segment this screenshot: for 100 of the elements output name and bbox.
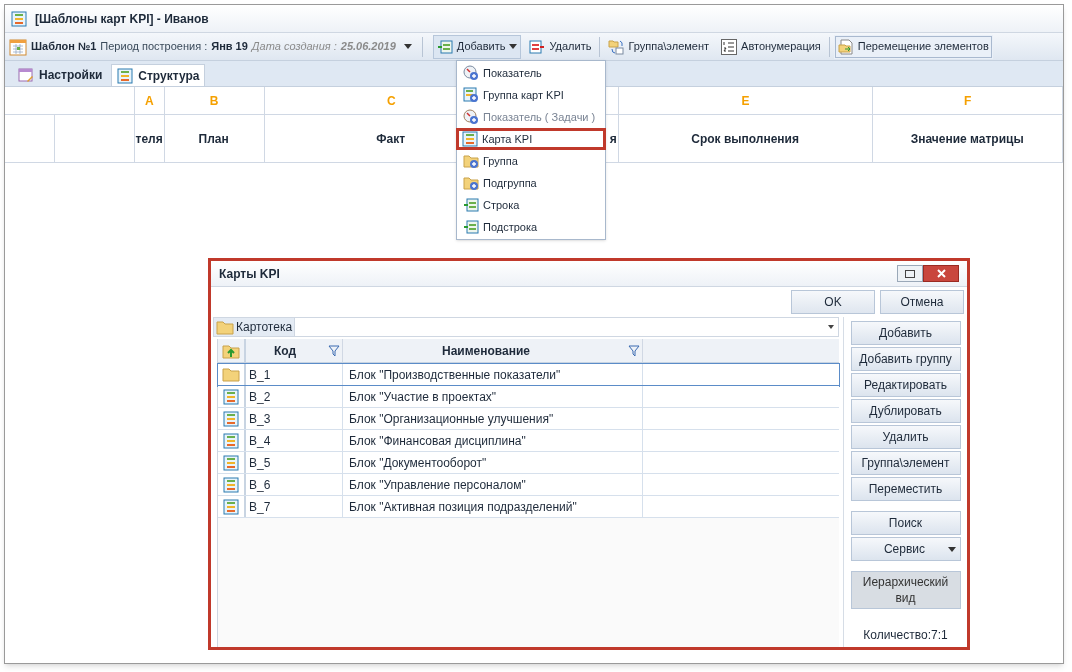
tab[interactable]: Структура bbox=[111, 64, 206, 86]
kpi-card-icon bbox=[223, 410, 239, 427]
code-cell: B_5 bbox=[246, 452, 343, 473]
folder-plus-icon bbox=[463, 175, 479, 191]
list-row[interactable]: B_4 Блок "Финансовая дисциплина" bbox=[218, 430, 839, 452]
column-letter: B bbox=[209, 92, 219, 110]
folder-swap-icon bbox=[608, 38, 625, 55]
side-button[interactable]: Поиск bbox=[850, 511, 961, 535]
column-header: Значение матрицы bbox=[910, 130, 1024, 148]
close-button[interactable] bbox=[923, 265, 959, 282]
row-icon bbox=[463, 219, 479, 235]
name-cell: Блок "Производственные показатели" bbox=[343, 364, 643, 385]
folder-up-icon[interactable] bbox=[222, 342, 240, 359]
tab[interactable]: Настройки bbox=[13, 64, 108, 86]
side-button[interactable]: Редактировать bbox=[850, 373, 961, 397]
row-add-icon bbox=[436, 38, 453, 55]
list-row[interactable]: B_6 Блок "Управление персоналом" bbox=[218, 474, 839, 496]
app-icon bbox=[11, 10, 27, 27]
toolbar-button[interactable]: Удалить bbox=[525, 34, 596, 59]
folder-combo[interactable]: Картотека bbox=[213, 317, 839, 337]
menu-item[interactable]: Группа bbox=[457, 150, 605, 172]
name-cell: Блок "Организационные улучшения" bbox=[343, 408, 643, 429]
clipboard-gauge-icon bbox=[463, 109, 479, 125]
name-cell: Блок "Финансовая дисциплина" bbox=[343, 430, 643, 451]
created-label: Дата создания : bbox=[251, 39, 337, 55]
form-pencil-icon bbox=[18, 67, 34, 83]
dropdown-caret-icon[interactable] bbox=[828, 325, 834, 329]
menu-item[interactable]: Группа карт KPI bbox=[457, 84, 605, 106]
name-cell: Блок "Управление персоналом" bbox=[343, 474, 643, 495]
folder-icon bbox=[222, 367, 240, 382]
folder-tab[interactable]: Картотека bbox=[214, 318, 296, 336]
name-cell: Блок "Активная позиция подразделений" bbox=[343, 496, 643, 517]
menu-item[interactable]: Карта KPI bbox=[456, 128, 606, 150]
period-label: Период построения : bbox=[100, 39, 208, 55]
toolbar-button[interactable]: Перемещение элементов bbox=[833, 34, 993, 59]
period-value: Янв 19 bbox=[211, 39, 248, 55]
code-cell: B_4 bbox=[246, 430, 343, 451]
list-row[interactable]: B_7 Блок "Активная позиция подразделений" bbox=[218, 496, 839, 518]
row-delete-icon bbox=[529, 38, 546, 55]
row-icon bbox=[463, 197, 479, 213]
dialog-button[interactable]: OK bbox=[791, 290, 875, 314]
dialog-title: Карты KPI bbox=[219, 265, 280, 283]
filter-icon[interactable] bbox=[628, 344, 640, 357]
kpi-card-icon bbox=[223, 476, 239, 493]
list-row[interactable]: B_5 Блок "Документооборот" bbox=[218, 452, 839, 474]
side-button[interactable]: Переместить bbox=[850, 477, 961, 501]
count-label: Количество:7:1 bbox=[863, 627, 948, 644]
document-move-icon bbox=[837, 38, 854, 55]
side-button[interactable]: Иерархический вид bbox=[850, 571, 961, 609]
kpi-card-icon bbox=[223, 454, 239, 471]
menu-item[interactable]: Строка bbox=[457, 194, 605, 216]
numbered-list-icon bbox=[721, 38, 738, 55]
restore-icon bbox=[905, 269, 915, 278]
dropdown-caret-icon bbox=[947, 546, 956, 552]
restore-button[interactable] bbox=[897, 265, 923, 282]
period-dropdown-caret-icon[interactable] bbox=[403, 44, 412, 49]
toolbar-button[interactable]: Автонумерация bbox=[717, 34, 825, 59]
code-cell: B_1 bbox=[246, 364, 343, 385]
menu-item[interactable]: Подстрока bbox=[457, 216, 605, 238]
menu-item[interactable]: Показатель bbox=[457, 62, 605, 84]
column-letter: A bbox=[144, 92, 154, 110]
name-cell: Блок "Документооборот" bbox=[343, 452, 643, 473]
column-letter: E bbox=[741, 92, 750, 110]
toolbar-button[interactable]: Добавить bbox=[432, 34, 522, 59]
column-header[interactable]: Наименование bbox=[343, 339, 643, 362]
code-cell: B_6 bbox=[246, 474, 343, 495]
list-row[interactable]: B_2 Блок "Участие в проектах" bbox=[218, 386, 839, 408]
kpi-card-icon bbox=[223, 498, 239, 515]
code-cell: B_3 bbox=[246, 408, 343, 429]
column-letter: F bbox=[964, 92, 972, 110]
list-row[interactable]: B_1 Блок "Производственные показатели" bbox=[218, 364, 839, 386]
filter-icon[interactable] bbox=[328, 344, 340, 357]
column-header: План bbox=[198, 130, 229, 148]
name-cell: Блок "Участие в проектах" bbox=[343, 386, 643, 407]
code-cell: B_7 bbox=[246, 496, 343, 517]
created-date: 25.06.2019 bbox=[340, 39, 396, 55]
side-button[interactable]: Сервис bbox=[850, 537, 961, 561]
side-button[interactable]: Добавить bbox=[850, 321, 961, 345]
dialog-button[interactable]: Отмена bbox=[880, 290, 964, 314]
folder-icon bbox=[216, 319, 234, 335]
side-button[interactable]: Группа\элемент bbox=[850, 451, 961, 475]
kpi-card-icon bbox=[117, 67, 134, 84]
column-letter: C bbox=[386, 92, 396, 110]
caret-icon bbox=[509, 44, 518, 49]
kpi-card-icon bbox=[223, 432, 239, 449]
side-button[interactable]: Добавить группу bbox=[850, 347, 961, 371]
column-header: теля bbox=[135, 130, 163, 148]
folder-plus-icon bbox=[463, 153, 479, 169]
side-button[interactable]: Удалить bbox=[850, 425, 961, 449]
column-header: я bbox=[609, 130, 617, 148]
close-icon bbox=[936, 269, 946, 278]
window-title: [Шаблоны карт KPI] - Иванов bbox=[35, 10, 209, 28]
toolbar-button[interactable]: Группа\элемент bbox=[604, 34, 714, 59]
card-plus-icon bbox=[463, 87, 479, 103]
column-header[interactable]: Код bbox=[246, 339, 343, 362]
list-row[interactable]: B_3 Блок "Организационные улучшения" bbox=[218, 408, 839, 430]
menu-item[interactable]: Подгруппа bbox=[457, 172, 605, 194]
side-button[interactable]: Дублировать bbox=[850, 399, 961, 423]
kpi-card-icon bbox=[223, 388, 239, 405]
column-header: Факт bbox=[376, 130, 406, 148]
